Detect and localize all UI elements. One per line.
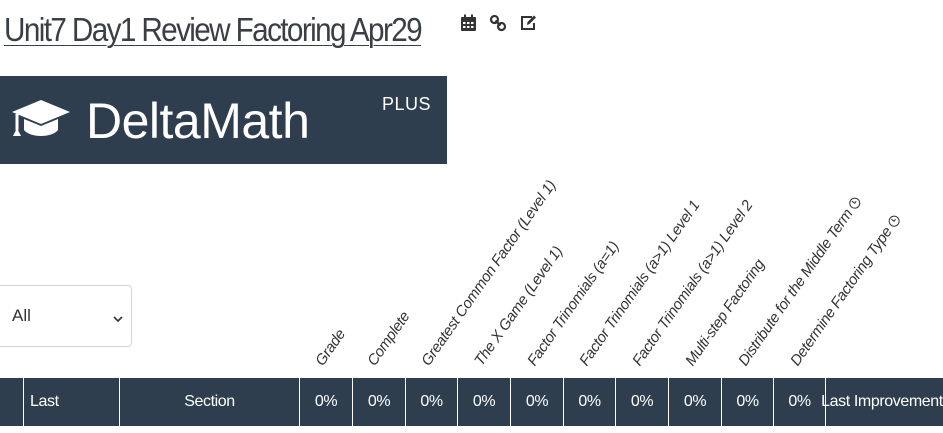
logo-plus: PLUS <box>382 94 432 114</box>
edit-icon[interactable] <box>519 14 537 32</box>
last-name-header[interactable]: Last <box>23 378 119 426</box>
title-icons <box>460 14 537 32</box>
skill-percent: 0% <box>405 378 457 426</box>
title-row: Unit7 Day1 Review Factoring Apr29 <box>4 8 467 52</box>
info-icon[interactable] <box>886 213 902 229</box>
column-header[interactable]: Factor Trinomials (a=1) <box>524 238 623 369</box>
chevron-down-icon <box>113 310 123 328</box>
link-icon[interactable] <box>489 14 507 32</box>
skill-percent: 0% <box>668 378 721 426</box>
info-icon[interactable] <box>847 195 863 211</box>
skill-percent: 0% <box>773 378 825 426</box>
column-header-determine[interactable]: Determine Factoring Type <box>787 212 904 369</box>
section-header[interactable]: Section <box>119 378 299 426</box>
select-cell[interactable] <box>0 378 23 426</box>
skill-percent: 0% <box>615 378 668 426</box>
complete-percent: 0% <box>352 378 405 426</box>
filter-selected-value: All <box>12 306 31 325</box>
calendar-icon[interactable] <box>460 14 477 32</box>
section-filter-select[interactable]: All <box>0 285 132 347</box>
graduation-cap-icon <box>10 98 72 149</box>
skill-percent: 0% <box>510 378 563 426</box>
table-header-row: Last Section 0% 0% 0% 0% 0% 0% 0% 0% 0% … <box>0 378 943 426</box>
skill-percent: 0% <box>563 378 615 426</box>
column-header[interactable]: Grade <box>312 326 349 369</box>
grade-percent: 0% <box>299 378 352 426</box>
skill-percent: 0% <box>721 378 773 426</box>
column-header-label: Determine Factoring Type <box>787 224 896 369</box>
deltamath-logo: DeltaMath PLUS <box>0 76 447 164</box>
last-improvement-header[interactable]: Last Improvement <box>821 378 943 426</box>
skill-percent: 0% <box>457 378 510 426</box>
logo-wordmark: DeltaMath <box>86 93 310 149</box>
assignment-title[interactable]: Unit7 Day1 Review Factoring Apr29 <box>4 11 423 49</box>
column-header[interactable]: Complete <box>364 309 413 369</box>
